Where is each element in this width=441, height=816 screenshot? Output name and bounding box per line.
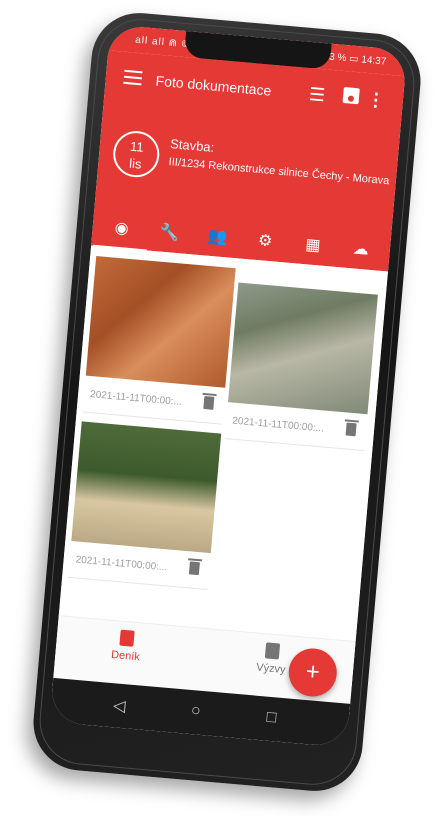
stavba-value: III/1234 Rekonstrukce silnice Čechy - Mo… xyxy=(168,156,390,188)
status-signal: all all ⋒ © xyxy=(134,34,191,51)
save-icon[interactable] xyxy=(342,86,360,105)
photo-card[interactable]: 2021-11-11T00:00:... xyxy=(68,421,222,591)
status-battery-time: 3 % ▭ 14:37 xyxy=(328,51,387,68)
tab-settings-icon[interactable]: ⚙ xyxy=(249,229,281,256)
hamburger-menu-icon[interactable] xyxy=(123,69,143,86)
tab-cloud-icon[interactable]: ☁ xyxy=(345,238,377,265)
tab-grid-icon[interactable]: ▦ xyxy=(297,234,329,261)
home-icon[interactable]: ○ xyxy=(190,702,201,721)
stavba-label: Stavba: xyxy=(169,136,215,155)
date-badge: 11 lis xyxy=(111,129,162,180)
photo-timestamp: 2021-11-11T00:00:... xyxy=(75,554,168,574)
photo-timestamp: 2021-11-11T00:00:... xyxy=(89,389,183,409)
scene: all all ⋒ © 3 % ▭ 14:37 Foto dokumentace… xyxy=(0,0,441,816)
bottom-nav-denik[interactable]: Deník xyxy=(85,627,167,666)
photo-timestamp: 2021-11-11T00:00:... xyxy=(231,415,325,435)
photo-card[interactable]: 2021-11-11T00:00:... xyxy=(224,282,378,452)
photo-card[interactable]: 2021-11-11T00:00:... xyxy=(82,256,236,425)
tab-people-icon[interactable]: 👥 xyxy=(201,225,233,252)
list-view-icon[interactable]: ☰ xyxy=(308,84,326,106)
delete-trash-icon[interactable] xyxy=(345,422,357,437)
delete-trash-icon[interactable] xyxy=(188,561,200,576)
phone-frame: all all ⋒ © 3 % ▭ 14:37 Foto dokumentace… xyxy=(29,9,425,795)
bottom-nav-label: Výzvy xyxy=(255,661,287,677)
photo-aerial-road[interactable] xyxy=(227,282,378,415)
recents-icon[interactable]: □ xyxy=(266,709,277,728)
photo-landscape[interactable] xyxy=(71,421,222,554)
date-month: lis xyxy=(128,155,143,172)
app-bar: Foto dokumentace ☰ ⋮ 11 lis Stavba: III/… xyxy=(91,50,406,272)
bottom-nav-label: Deník xyxy=(110,648,141,664)
back-icon[interactable]: ◁ xyxy=(112,695,126,716)
diary-book-icon xyxy=(119,629,135,647)
photo-excavation[interactable] xyxy=(85,256,236,388)
more-options-icon[interactable]: ⋮ xyxy=(366,89,386,111)
page-title: Foto dokumentace xyxy=(155,72,272,99)
delete-trash-icon[interactable] xyxy=(203,396,215,410)
phone-screen: all all ⋒ © 3 % ▭ 14:37 Foto dokumentace… xyxy=(49,24,408,748)
tab-wrench-icon[interactable]: 🔧 xyxy=(153,221,185,248)
tab-camera-icon[interactable]: ◉ xyxy=(106,217,138,244)
challenges-icon xyxy=(264,642,281,660)
